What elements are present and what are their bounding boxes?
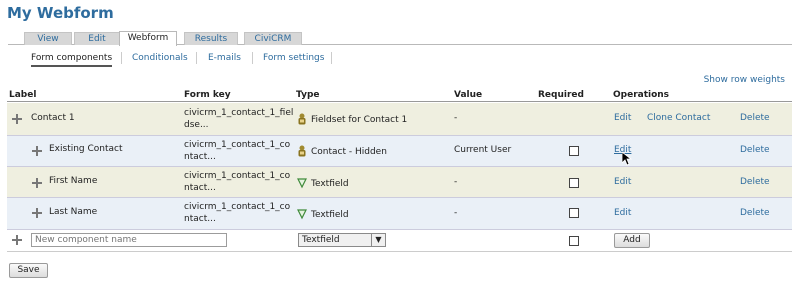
tab-webform[interactable]: Webform [119, 31, 177, 46]
component-value: - [454, 208, 458, 218]
drag-handle-icon[interactable] [32, 208, 42, 218]
form-key-line: ntact... [184, 214, 216, 224]
column-form-key: Form key [184, 90, 231, 100]
table-header: Label Form key Type Value Required Opera… [7, 89, 792, 102]
drag-handle-icon[interactable] [12, 114, 22, 124]
chevron-down-icon: ▼ [371, 234, 385, 246]
fieldset-icon [298, 113, 306, 125]
form-key-line: civicrm_1_contact_1_fiel [184, 108, 294, 118]
component-value: Current User [454, 145, 512, 155]
textfield-icon [297, 178, 307, 189]
drag-handle-icon[interactable] [12, 235, 22, 245]
delete-link[interactable]: Delete [740, 177, 770, 187]
component-type: Textfield [311, 179, 349, 189]
component-label: First Name [49, 176, 98, 186]
new-required-checkbox[interactable] [569, 236, 579, 246]
form-key: civicrm_1_contact_1_fiel dse... [184, 107, 293, 131]
subtab-form-components[interactable]: Form components [31, 51, 113, 67]
subtab-divider [252, 52, 253, 64]
drag-handle-icon[interactable] [32, 146, 42, 156]
required-checkbox[interactable] [569, 178, 579, 188]
column-operations: Operations [613, 90, 670, 100]
component-label: Contact 1 [31, 113, 75, 123]
delete-link[interactable]: Delete [740, 208, 770, 218]
add-component-button[interactable]: Add [614, 233, 650, 248]
component-type-select[interactable]: Textfield ▼ [298, 233, 386, 247]
subtab-form-settings[interactable]: Form settings [263, 51, 324, 65]
component-value: - [454, 177, 458, 187]
new-component-row: Textfield ▼ Add [7, 230, 792, 252]
tab-edit[interactable]: Edit [74, 32, 120, 45]
required-checkbox[interactable] [569, 146, 579, 156]
delete-link[interactable]: Delete [740, 113, 770, 123]
form-key-line: dse... [184, 120, 209, 130]
form-key: civicrm_1_contact_1_co ntact... [184, 139, 290, 163]
form-key-line: ntact... [184, 152, 216, 162]
edit-link[interactable]: Edit [614, 113, 631, 123]
edit-link[interactable]: Edit [614, 177, 631, 187]
subtab-divider [121, 52, 122, 64]
show-row-weights-link[interactable]: Show row weights [704, 75, 785, 85]
page-title: My Webform [7, 4, 114, 22]
clone-contact-link[interactable]: Clone Contact [647, 113, 710, 123]
required-checkbox[interactable] [569, 208, 579, 218]
drag-handle-icon[interactable] [32, 178, 42, 188]
form-key: civicrm_1_contact_1_co ntact... [184, 201, 290, 225]
form-key-line: ntact... [184, 183, 216, 193]
primary-tabs: View Edit Webform Results CiviCRM [8, 31, 792, 46]
table-row: First Name civicrm_1_contact_1_co ntact.… [7, 167, 792, 198]
new-component-name-input[interactable] [31, 233, 227, 247]
contact-icon [298, 145, 306, 157]
component-type: Contact - Hidden [311, 147, 387, 157]
subtab-conditionals[interactable]: Conditionals [132, 51, 188, 65]
form-key: civicrm_1_contact_1_co ntact... [184, 170, 290, 194]
tab-civicrm[interactable]: CiviCRM [244, 32, 302, 45]
column-required: Required [538, 90, 584, 100]
form-key-line: civicrm_1_contact_1_co [184, 140, 291, 150]
save-button[interactable]: Save [9, 263, 48, 278]
textfield-icon [297, 209, 307, 220]
column-value: Value [454, 90, 483, 100]
component-type: Fieldset for Contact 1 [311, 115, 408, 125]
component-value: - [454, 113, 458, 123]
table-row: Contact 1 civicrm_1_contact_1_fiel dse..… [7, 103, 792, 136]
column-type: Type [296, 90, 320, 100]
tab-results[interactable]: Results [184, 32, 238, 45]
mouse-cursor-icon [622, 152, 632, 166]
component-type-selected: Textfield [302, 235, 340, 245]
table-row: Existing Contact civicrm_1_contact_1_co … [7, 136, 792, 167]
column-label: Label [9, 90, 37, 100]
tab-view[interactable]: View [24, 32, 72, 45]
component-type: Textfield [311, 210, 349, 220]
form-key-line: civicrm_1_contact_1_co [184, 202, 291, 212]
component-label: Last Name [49, 207, 98, 217]
table-row: Last Name civicrm_1_contact_1_co ntact..… [7, 198, 792, 230]
form-key-line: civicrm_1_contact_1_co [184, 171, 291, 181]
delete-link[interactable]: Delete [740, 145, 770, 155]
subtab-divider [196, 52, 197, 64]
edit-link[interactable]: Edit [614, 208, 631, 218]
subtab-emails[interactable]: E-mails [208, 51, 241, 65]
subtab-divider [331, 52, 332, 64]
component-label: Existing Contact [49, 144, 123, 154]
